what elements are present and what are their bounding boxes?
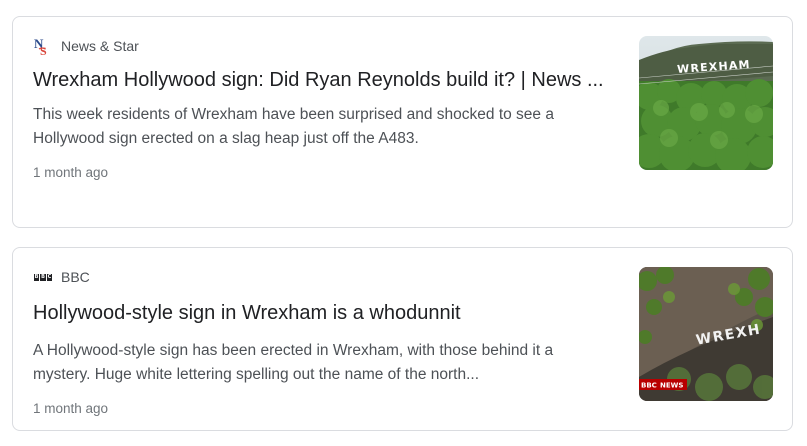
result-source-name: BBC — [61, 269, 90, 285]
result-source-name: News & Star — [61, 38, 139, 54]
svg-text:S: S — [40, 44, 47, 56]
result-age: 1 month ago — [33, 401, 109, 416]
result-thumbnail[interactable]: WREXH BBC NEWS — [639, 267, 773, 401]
result-snippet: A Hollywood-style sign has been erected … — [33, 342, 554, 383]
result-source-row: N S News & Star — [33, 35, 613, 57]
news-result-card[interactable]: N S News & Star Wrexham Hollywood sign: … — [12, 16, 793, 228]
news-and-star-logo-icon: N S — [33, 36, 53, 56]
news-result-card[interactable]: BBC BBC Hollywood-style sign in Wrexham … — [12, 247, 793, 431]
thumbnail-badge-bbc: BBC — [641, 382, 657, 390]
news-results-feed: N S News & Star Wrexham Hollywood sign: … — [0, 0, 807, 446]
result-age: 1 month ago — [33, 165, 109, 180]
result-thumbnail[interactable]: WREXHAM — [639, 36, 773, 170]
result-source-row: BBC BBC — [33, 266, 613, 288]
thumbnail-badge-news: NEWS — [660, 382, 683, 390]
bbc-logo-icon: BBC — [33, 273, 53, 281]
result-headline-link[interactable]: Hollywood-style sign in Wrexham is a who… — [33, 300, 613, 327]
result-snippet: This week residents of Wrexham have been… — [33, 106, 554, 147]
result-text-column: BBC BBC Hollywood-style sign in Wrexham … — [33, 266, 613, 416]
result-text-column: N S News & Star Wrexham Hollywood sign: … — [33, 35, 613, 180]
result-headline-link[interactable]: Wrexham Hollywood sign: Did Ryan Reynold… — [33, 67, 613, 94]
